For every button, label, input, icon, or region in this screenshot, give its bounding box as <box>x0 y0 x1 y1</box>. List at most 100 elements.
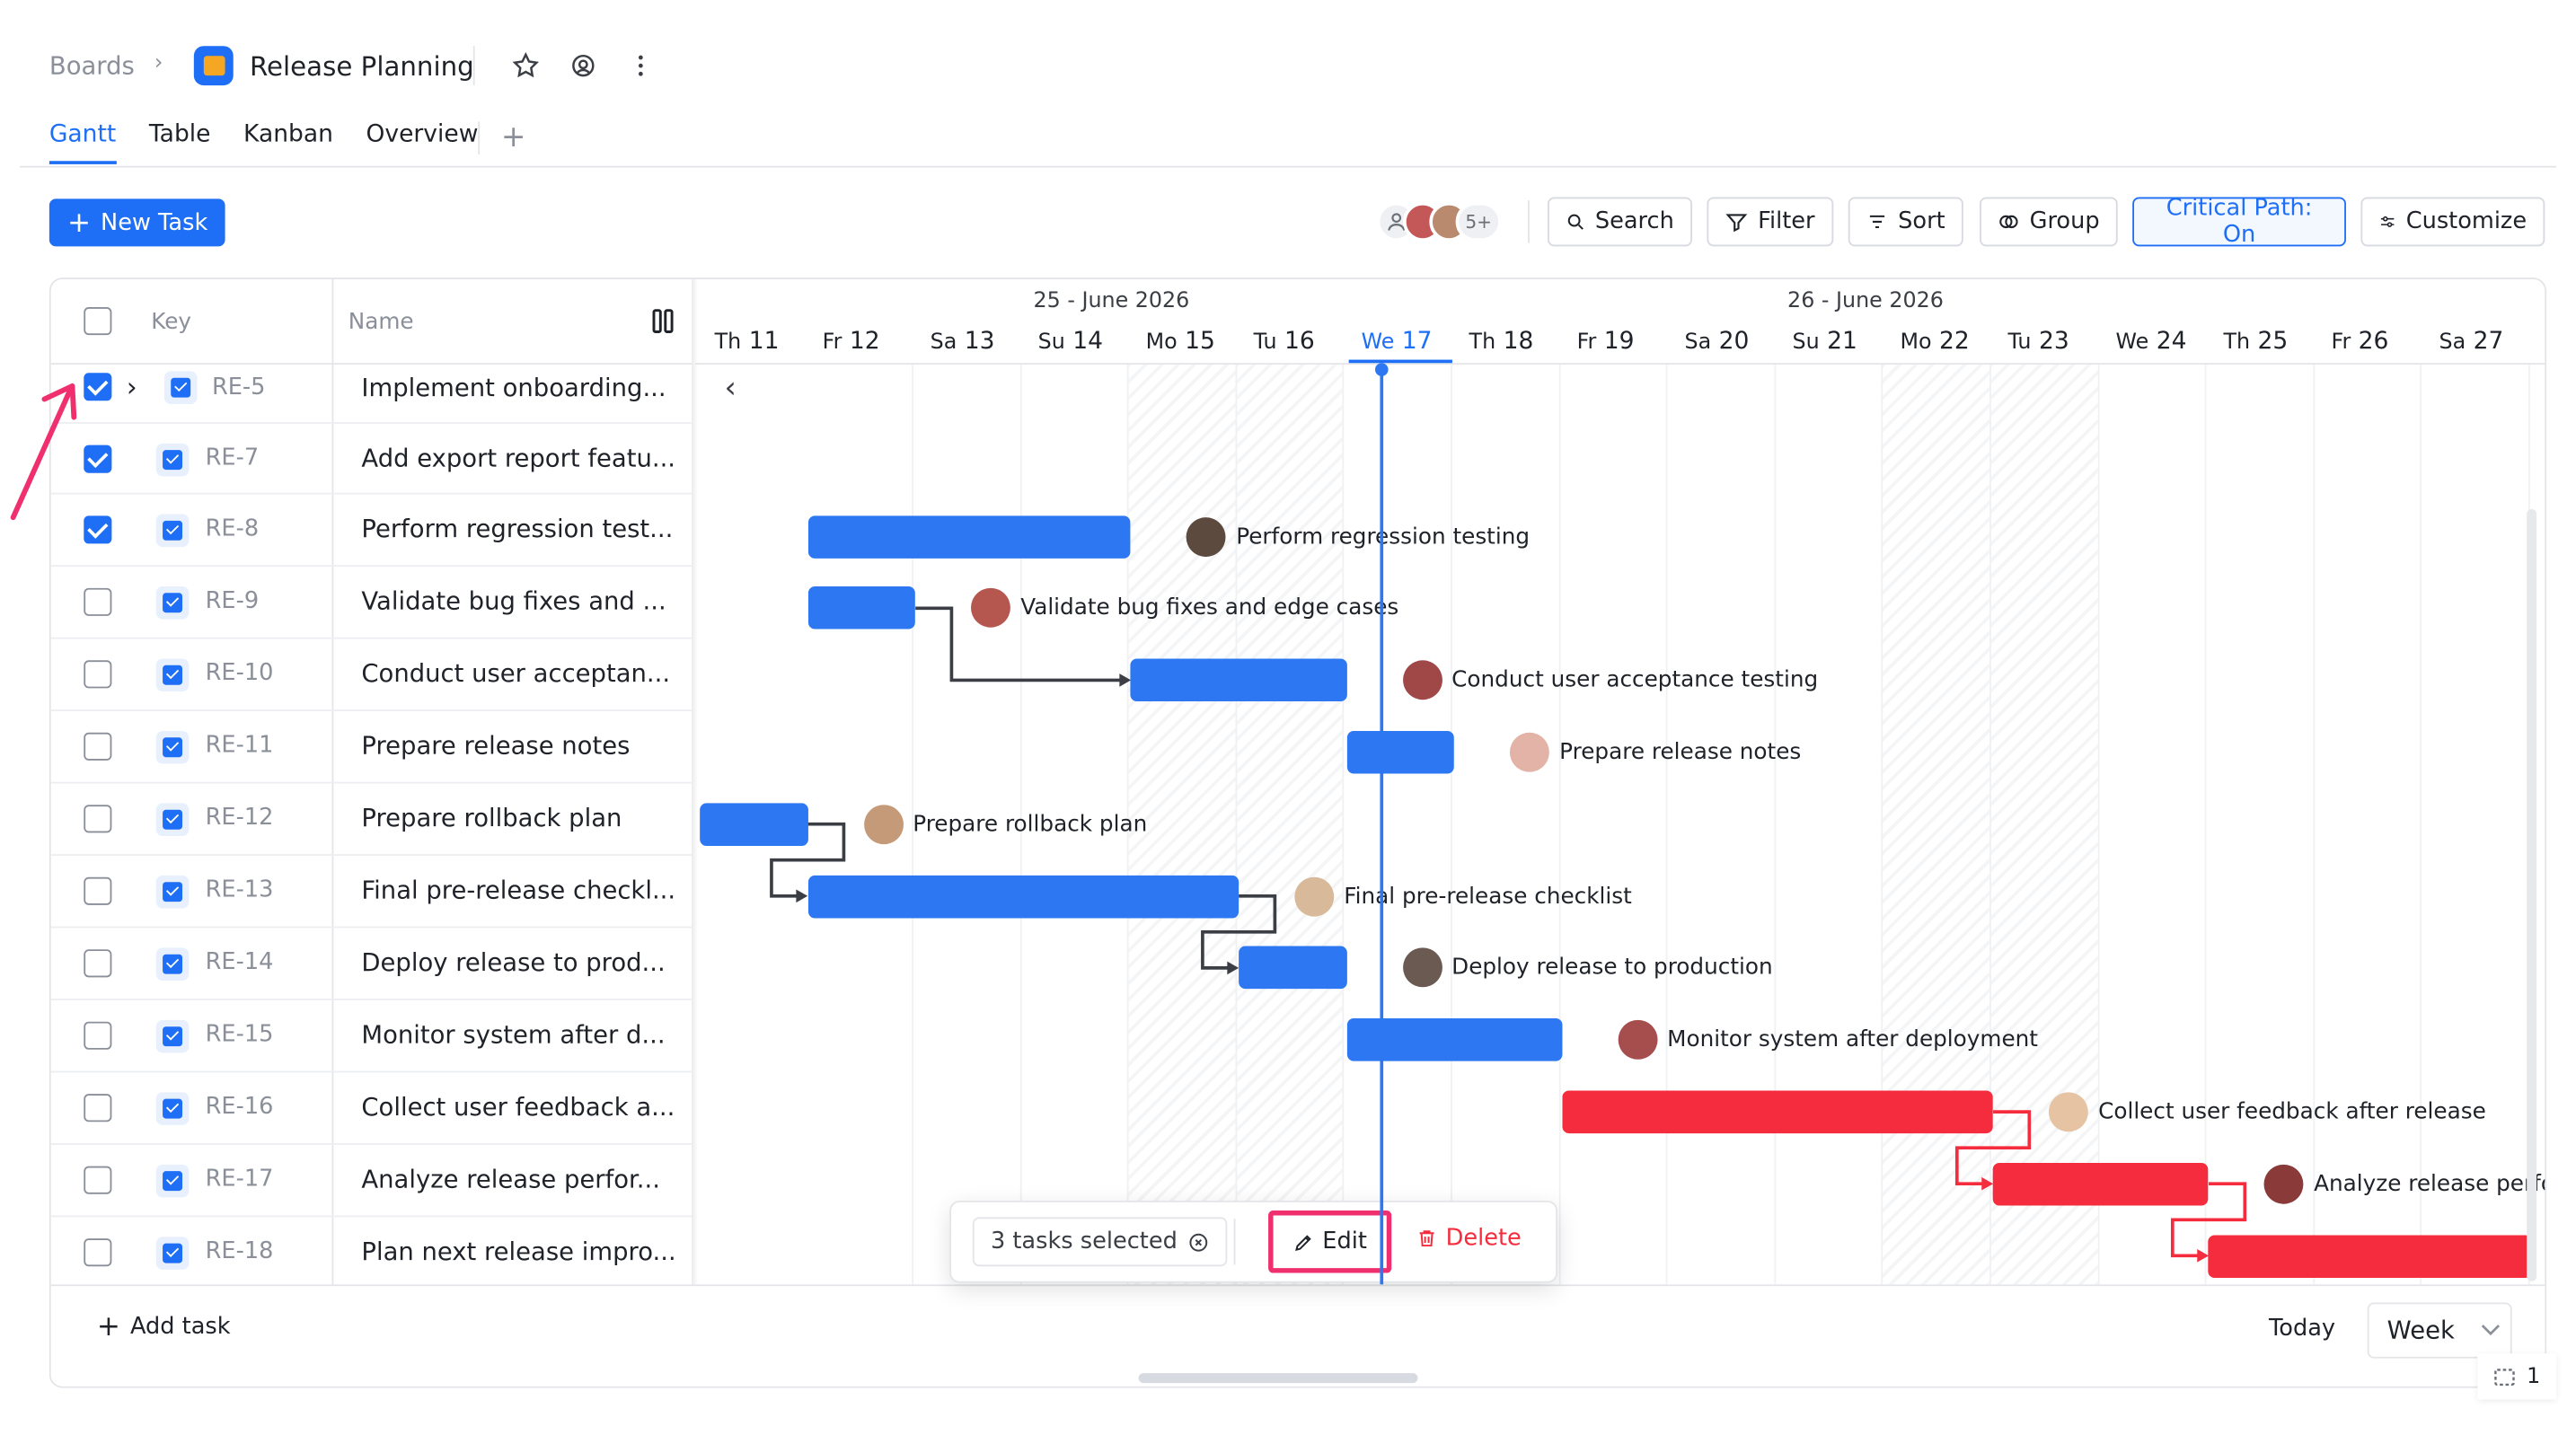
member-avatars[interactable]: 5+ <box>1376 198 1502 244</box>
timescale-select[interactable]: Week <box>2367 1302 2512 1359</box>
table-row[interactable]: RE-17 Analyze release perfor... <box>50 1145 693 1218</box>
table-row[interactable]: RE-14 Deploy release to prod... <box>50 928 693 1000</box>
table-row[interactable]: › RE-5 Implement onboarding... <box>50 365 693 424</box>
task-name[interactable]: Collect user feedback a... <box>361 1092 674 1122</box>
tab-table[interactable]: Table <box>149 121 211 164</box>
task-key[interactable]: RE-5 <box>212 374 266 401</box>
gantt-timeline[interactable]: 25 - June 2026 26 - June 2026 Th 11 Fr 12… <box>694 279 2545 1285</box>
task-bar[interactable] <box>807 586 916 630</box>
table-row[interactable]: RE-15 Monitor system after d... <box>50 1000 693 1073</box>
row-checkbox[interactable] <box>84 732 112 761</box>
task-bar-label[interactable]: Deploy release to production <box>1402 947 1773 988</box>
task-bar[interactable] <box>807 515 1132 558</box>
group-button[interactable]: Group <box>1980 197 2118 247</box>
task-name[interactable]: Perform regression test... <box>361 515 674 544</box>
row-checkbox[interactable] <box>84 1094 112 1122</box>
table-row[interactable]: RE-9 Validate bug fixes and ... <box>50 567 693 639</box>
task-bar[interactable] <box>807 874 1239 918</box>
task-bar-label[interactable]: Final pre-release checklist <box>1294 876 1632 916</box>
add-view-icon[interactable]: + <box>501 120 526 154</box>
task-key[interactable]: RE-18 <box>206 1238 274 1264</box>
task-name[interactable]: Prepare release notes <box>361 731 674 761</box>
task-bar[interactable] <box>1239 946 1347 990</box>
add-task-button[interactable]: + Add task <box>97 1313 231 1341</box>
row-checkbox[interactable] <box>84 876 112 905</box>
row-checkbox[interactable] <box>84 805 112 833</box>
task-bar[interactable] <box>1993 1162 2209 1205</box>
row-checkbox[interactable] <box>84 587 112 616</box>
task-bar-label[interactable]: Validate bug fixes and edge cases <box>971 588 1398 629</box>
table-row[interactable]: RE-16 Collect user feedback a... <box>50 1072 693 1145</box>
watch-icon[interactable] <box>565 48 601 84</box>
task-key[interactable]: RE-14 <box>206 949 274 975</box>
task-key[interactable]: RE-13 <box>206 877 274 903</box>
task-bar[interactable] <box>1346 730 1455 774</box>
select-all-checkbox[interactable] <box>84 307 112 336</box>
tab-overview[interactable]: Overview <box>366 121 479 164</box>
column-header-name[interactable]: Name <box>348 309 414 335</box>
columns-icon[interactable] <box>652 309 674 340</box>
task-key[interactable]: RE-12 <box>206 805 274 831</box>
page-badge[interactable]: 1 <box>2477 1353 2557 1400</box>
edit-button[interactable]: Edit <box>1268 1211 1392 1273</box>
star-icon[interactable] <box>507 48 543 84</box>
new-task-button[interactable]: + New Task <box>49 198 226 247</box>
table-row[interactable]: RE-12 Prepare rollback plan <box>50 783 693 856</box>
task-bar[interactable] <box>1131 658 1347 702</box>
table-row[interactable]: RE-10 Conduct user acceptan... <box>50 639 693 712</box>
task-bar-label[interactable]: Conduct user acceptance testing <box>1402 660 1818 700</box>
task-name[interactable]: Final pre-release checkl... <box>361 876 674 905</box>
breadcrumb-boards[interactable]: Boards <box>49 51 135 81</box>
more-options-icon[interactable] <box>622 48 658 84</box>
task-bar[interactable] <box>2209 1234 2532 1278</box>
task-name[interactable]: Plan next release impro... <box>361 1237 674 1266</box>
task-bar-label[interactable]: Analyze release performance <box>2264 1164 2545 1204</box>
today-button[interactable]: Today <box>2269 1316 2335 1342</box>
task-name[interactable]: Analyze release perfor... <box>361 1165 674 1194</box>
row-checkbox[interactable] <box>84 1166 112 1194</box>
task-name[interactable]: Conduct user acceptan... <box>361 658 674 688</box>
search-button[interactable]: Search <box>1548 197 1692 247</box>
task-key[interactable]: RE-15 <box>206 1022 274 1048</box>
table-row[interactable]: RE-18 Plan next release impro... <box>51 1217 692 1289</box>
clear-selection-icon[interactable] <box>1187 1231 1209 1253</box>
filter-button[interactable]: Filter <box>1707 197 1834 247</box>
selection-count-chip[interactable]: 3 tasks selected <box>972 1217 1227 1267</box>
vertical-scrollbar[interactable] <box>2527 509 2537 1281</box>
table-row[interactable]: RE-8 Perform regression test... <box>50 495 693 568</box>
customize-button[interactable]: Customize <box>2360 197 2545 247</box>
task-name[interactable]: Validate bug fixes and ... <box>361 586 674 616</box>
task-key[interactable]: RE-10 <box>206 660 274 686</box>
task-key[interactable]: RE-17 <box>206 1166 274 1193</box>
task-name[interactable]: Implement onboarding... <box>361 373 674 402</box>
row-checkbox[interactable] <box>84 949 112 978</box>
tab-gantt[interactable]: Gantt <box>49 121 116 164</box>
delete-button[interactable]: Delete <box>1416 1226 1522 1252</box>
table-row[interactable]: RE-7 Add export report featu... <box>50 424 693 495</box>
table-row[interactable]: RE-11 Prepare release notes <box>50 711 693 784</box>
task-name[interactable]: Prepare rollback plan <box>361 803 674 832</box>
task-bar-label[interactable]: Monitor system after deployment <box>1618 1020 2038 1060</box>
expand-chevron-icon[interactable]: › <box>127 371 137 402</box>
row-checkbox[interactable] <box>84 660 112 689</box>
task-key[interactable]: RE-16 <box>206 1094 274 1120</box>
task-bar[interactable] <box>700 802 808 846</box>
task-bar-label[interactable]: Prepare release notes <box>1510 732 1801 772</box>
table-row[interactable]: RE-13 Final pre-release checkl... <box>50 856 693 929</box>
horizontal-scrollbar[interactable] <box>1138 1373 1418 1384</box>
task-key[interactable]: RE-7 <box>206 445 260 471</box>
task-key[interactable]: RE-11 <box>206 733 274 759</box>
task-name[interactable]: Monitor system after d... <box>361 1020 674 1050</box>
row-checkbox[interactable] <box>84 1021 112 1050</box>
task-name[interactable]: Deploy release to prod... <box>361 947 674 977</box>
sort-button[interactable]: Sort <box>1848 197 1963 247</box>
task-bar-label[interactable]: Collect user feedback after release <box>2049 1092 2486 1132</box>
row-checkbox[interactable] <box>84 1238 112 1267</box>
critical-path-toggle[interactable]: Critical Path: On <box>2132 196 2346 248</box>
task-bar-label[interactable]: Perform regression testing <box>1187 516 1530 557</box>
task-key[interactable]: RE-8 <box>206 515 260 541</box>
task-bar-label[interactable]: Prepare rollback plan <box>863 804 1147 844</box>
task-bar[interactable] <box>1562 1090 1994 1133</box>
task-key[interactable]: RE-9 <box>206 588 260 614</box>
task-name[interactable]: Add export report featu... <box>361 444 674 473</box>
